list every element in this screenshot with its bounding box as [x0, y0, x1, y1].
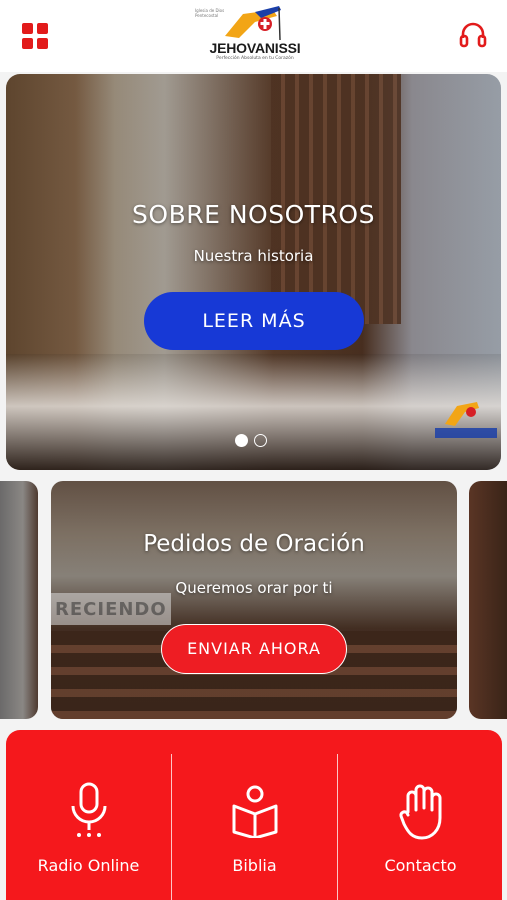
banner-text: RECIENDO — [55, 599, 167, 620]
microphone-icon — [71, 782, 106, 837]
app-logo: Iglesia de Dios Pentecostal JEHOVANISSI … — [195, 6, 315, 64]
read-more-button[interactable]: LEER MÁS — [144, 292, 364, 350]
slider-pagination — [235, 434, 275, 448]
send-now-button[interactable]: ENVIAR AHORA — [161, 624, 347, 674]
nav-biblia-label: Biblia — [232, 856, 277, 875]
carousel-card-previous[interactable] — [0, 481, 38, 719]
top-bar: Iglesia de Dios Pentecostal JEHOVANISSI … — [0, 0, 507, 72]
prayer-request-card[interactable]: RECIENDO Pedidos de Oración Queremos ora… — [51, 481, 457, 719]
logo-top-text: Iglesia de Dios Pentecostal — [195, 8, 225, 18]
logo-wordmark: JEHOVANISSI — [209, 40, 301, 56]
hero-title: SOBRE NOSOTROS — [132, 200, 375, 229]
hero-background-crowd — [6, 354, 501, 470]
nav-contacto-label: Contacto — [384, 856, 457, 875]
hero-subtitle: Nuestra historia — [193, 247, 314, 265]
nav-biblia[interactable]: Biblia — [172, 730, 337, 900]
headphones-icon[interactable] — [458, 20, 488, 50]
grid-menu-icon[interactable] — [22, 23, 48, 49]
nav-radio-label: Radio Online — [37, 856, 140, 875]
nav-radio-online[interactable]: Radio Online — [6, 730, 171, 900]
prayer-title: Pedidos de Oración — [143, 531, 365, 557]
hero-slider[interactable]: SOBRE NOSOTROS Nuestra historia LEER MÁS — [6, 74, 501, 470]
hero-watermark-logo — [435, 402, 497, 438]
bible-icon — [232, 785, 277, 838]
carousel-card-next[interactable] — [469, 481, 507, 719]
hand-icon — [398, 784, 441, 840]
slide-dot-2[interactable] — [254, 434, 267, 447]
bottom-nav: Radio Online Biblia Contacto — [6, 730, 502, 900]
slide-dot-1[interactable] — [235, 434, 248, 447]
logo-tagline: Perfección Absoluta en tu Corazón — [216, 56, 294, 61]
prayer-background-banner: RECIENDO — [51, 593, 171, 625]
prayer-subtitle: Queremos orar por ti — [175, 579, 333, 597]
nav-contacto[interactable]: Contacto — [338, 730, 503, 900]
hero-background-image — [271, 74, 401, 324]
